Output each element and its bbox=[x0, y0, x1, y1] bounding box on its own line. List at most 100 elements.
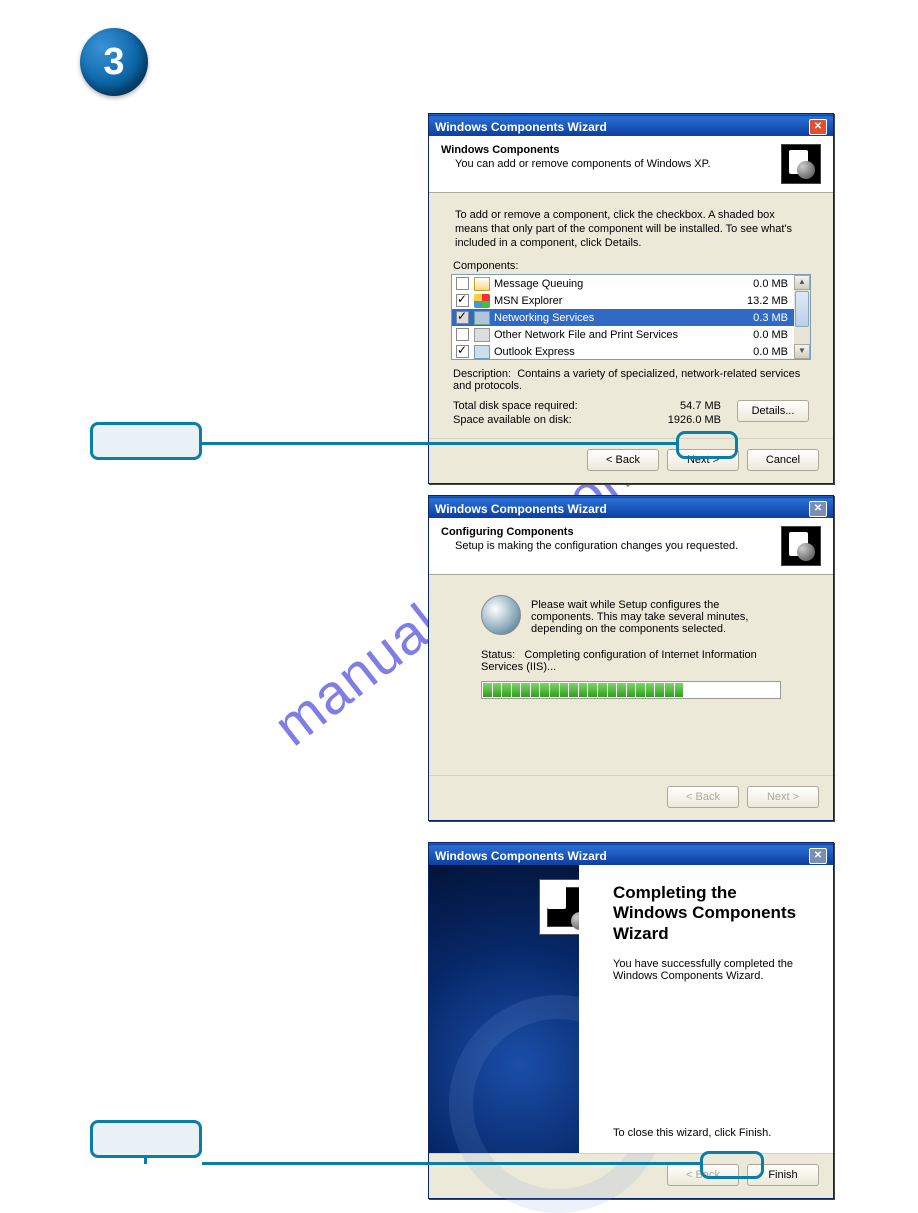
scrollbar[interactable]: ▲ ▼ bbox=[794, 275, 810, 359]
checkbox[interactable] bbox=[456, 345, 469, 358]
instructions-text: To add or remove a component, click the … bbox=[455, 209, 807, 250]
component-size: 0.0 MB bbox=[728, 346, 788, 358]
checkbox[interactable] bbox=[456, 311, 469, 324]
cancel-button[interactable]: Cancel bbox=[747, 449, 819, 471]
progress-segment bbox=[713, 683, 722, 697]
disc-icon bbox=[481, 595, 521, 635]
scroll-thumb[interactable] bbox=[795, 291, 809, 327]
dialog-finish: Windows Components Wizard ✕ Completing t… bbox=[428, 842, 834, 1199]
dialog-title: Windows Components Wizard bbox=[435, 849, 607, 863]
progress-segment bbox=[627, 683, 636, 697]
components-listbox[interactable]: Message Queuing0.0 MBMSN Explorer13.2 MB… bbox=[451, 274, 811, 360]
msn-icon bbox=[474, 294, 490, 308]
progress-segment bbox=[703, 683, 712, 697]
next-button: Next > bbox=[747, 786, 819, 808]
status-text: Completing configuration of Internet Inf… bbox=[481, 649, 757, 673]
progress-segment bbox=[646, 683, 655, 697]
component-size: 13.2 MB bbox=[728, 295, 788, 307]
component-size: 0.3 MB bbox=[728, 312, 788, 324]
component-label: Other Network File and Print Services bbox=[494, 329, 728, 341]
disk-required-value: 54.7 MB bbox=[633, 400, 733, 412]
component-size: 0.0 MB bbox=[728, 278, 788, 290]
header-title: Windows Components bbox=[441, 144, 781, 156]
back-button[interactable]: < Back bbox=[587, 449, 659, 471]
disk-available-value: 1926.0 MB bbox=[633, 414, 733, 426]
progress-segment bbox=[569, 683, 578, 697]
list-item[interactable]: Outlook Express0.0 MB bbox=[452, 343, 794, 359]
dialog-components: Windows Components Wizard ✕ Windows Comp… bbox=[428, 113, 834, 484]
list-item[interactable]: MSN Explorer13.2 MB bbox=[452, 292, 794, 309]
description-line: Description: Contains a variety of speci… bbox=[453, 368, 809, 392]
list-item[interactable]: Message Queuing0.0 MB bbox=[452, 275, 794, 292]
close-button[interactable]: ✕ bbox=[809, 119, 827, 135]
scroll-down-button[interactable]: ▼ bbox=[794, 344, 810, 359]
wizard-sidebar-graphic bbox=[429, 865, 579, 1153]
progress-segment bbox=[579, 683, 588, 697]
progress-segment bbox=[617, 683, 626, 697]
component-label: MSN Explorer bbox=[494, 295, 728, 307]
close-hint: To close this wizard, click Finish. bbox=[613, 1127, 771, 1139]
step-badge: 3 bbox=[80, 28, 148, 96]
titlebar: Windows Components Wizard ✕ bbox=[429, 496, 833, 518]
env-icon bbox=[474, 277, 490, 291]
component-label: Message Queuing bbox=[494, 278, 728, 290]
header-subtitle: You can add or remove components of Wind… bbox=[441, 158, 781, 170]
net-icon bbox=[474, 311, 490, 325]
progress-segment bbox=[694, 683, 703, 697]
finish-message: You have successfully completed the Wind… bbox=[613, 958, 813, 982]
progress-segment bbox=[502, 683, 511, 697]
progress-segment bbox=[560, 683, 569, 697]
wait-text: Please wait while Setup configures the c… bbox=[531, 595, 781, 635]
srv-icon bbox=[474, 328, 490, 342]
progress-segment bbox=[665, 683, 674, 697]
disk-required-label: Total disk space required: bbox=[453, 400, 633, 412]
box-disc-icon bbox=[781, 144, 821, 184]
highlight-ring-finish bbox=[700, 1151, 764, 1179]
status-label: Status: bbox=[481, 649, 515, 661]
progress-segment bbox=[588, 683, 597, 697]
dialog-title: Windows Components Wizard bbox=[435, 502, 607, 516]
callout-line-2 bbox=[202, 1162, 700, 1165]
callout-pill-1 bbox=[90, 422, 202, 460]
oe-icon bbox=[474, 345, 490, 359]
status-line: Status: Completing configuration of Inte… bbox=[481, 649, 781, 673]
progress-segment bbox=[636, 683, 645, 697]
components-label: Components: bbox=[453, 260, 809, 272]
back-button: < Back bbox=[667, 786, 739, 808]
progress-segment bbox=[770, 683, 779, 697]
dialog-title: Windows Components Wizard bbox=[435, 120, 607, 134]
close-button: ✕ bbox=[809, 501, 827, 517]
checkbox[interactable] bbox=[456, 277, 469, 290]
progress-segment bbox=[751, 683, 760, 697]
progress-segment bbox=[732, 683, 741, 697]
components-rows: Message Queuing0.0 MBMSN Explorer13.2 MB… bbox=[452, 275, 794, 359]
progress-segment bbox=[493, 683, 502, 697]
scroll-up-button[interactable]: ▲ bbox=[794, 275, 810, 290]
progress-segment bbox=[722, 683, 731, 697]
checkbox[interactable] bbox=[456, 328, 469, 341]
callout-line-2v bbox=[144, 1158, 147, 1164]
component-label: Networking Services bbox=[494, 312, 728, 324]
finish-title: Completing the Windows Components Wizard bbox=[613, 883, 813, 944]
checkbox[interactable] bbox=[456, 294, 469, 307]
description-label: Description: bbox=[453, 368, 511, 380]
progress-segment bbox=[550, 683, 559, 697]
list-item[interactable]: Other Network File and Print Services0.0… bbox=[452, 326, 794, 343]
titlebar: Windows Components Wizard ✕ bbox=[429, 114, 833, 136]
button-row: < Back Next > Cancel bbox=[429, 438, 833, 483]
titlebar: Windows Components Wizard ✕ bbox=[429, 843, 833, 865]
progress-segment bbox=[655, 683, 664, 697]
list-item[interactable]: Networking Services0.3 MB bbox=[452, 309, 794, 326]
progress-bar bbox=[481, 681, 781, 699]
progress-segment bbox=[608, 683, 617, 697]
disk-available-label: Space available on disk: bbox=[453, 414, 633, 426]
component-size: 0.0 MB bbox=[728, 329, 788, 341]
progress-segment bbox=[540, 683, 549, 697]
close-button: ✕ bbox=[809, 848, 827, 864]
details-button[interactable]: Details... bbox=[737, 400, 809, 422]
callout-pill-2 bbox=[90, 1120, 202, 1158]
progress-segment bbox=[512, 683, 521, 697]
header-title: Configuring Components bbox=[441, 526, 781, 538]
progress-segment bbox=[761, 683, 770, 697]
highlight-ring-next bbox=[676, 431, 738, 459]
